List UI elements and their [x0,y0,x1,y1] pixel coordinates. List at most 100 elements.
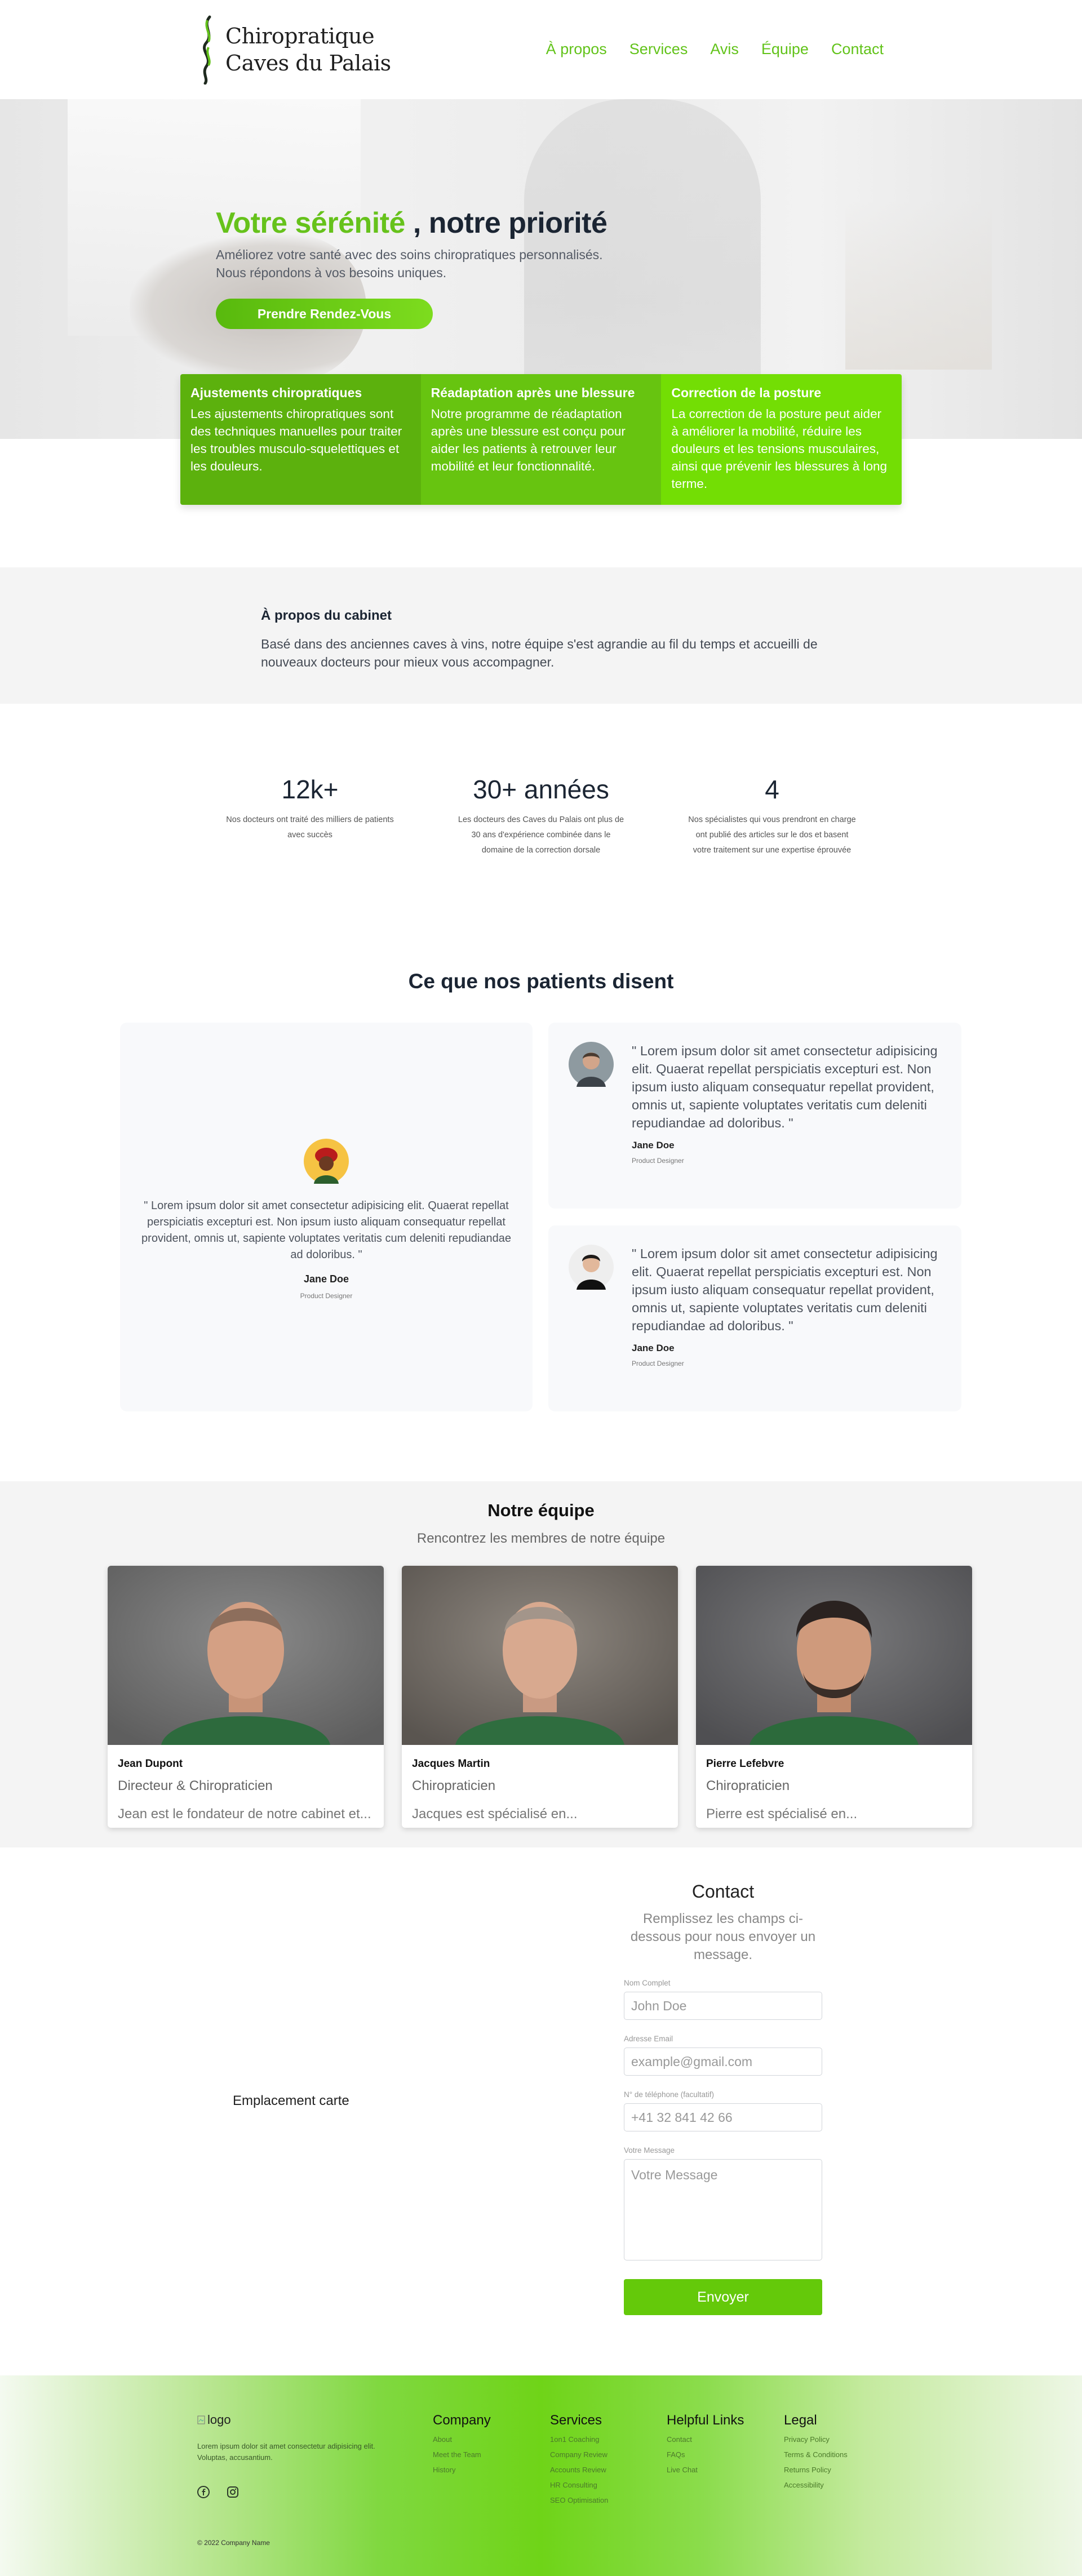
nav-link-contact[interactable]: Contact [831,41,884,58]
testimonials-section: Ce que nos patients disent " Lorem ipsum… [0,958,1082,1481]
footer-link[interactable]: Company Review [550,2450,608,2459]
testimonial-role: Product Designer [300,1292,353,1300]
team-member-info: Jacques Martin Chiropraticien Jacques es… [402,1748,678,1822]
about-section: À propos du cabinet Basé dans des ancien… [0,567,1082,704]
testimonial-name: Jane Doe [632,1343,675,1353]
team-member-photo [402,1566,678,1745]
footer-column-helpful-links: Helpful Links Contact FAQs Live Chat [667,2413,744,2474]
footer-link[interactable]: 1on1 Coaching [550,2435,608,2444]
team-member-name: Jean Dupont [118,1758,183,1770]
footer-link[interactable]: Returns Policy [784,2466,848,2474]
footer-link[interactable]: FAQs [667,2450,744,2459]
brand-logo[interactable]: Chiropratique Caves du Palais [197,15,391,85]
team-member-description: Jacques est spécialisé en... [412,1806,578,1822]
avatar [569,1042,614,1087]
footer-link[interactable]: Accounts Review [550,2466,608,2474]
footer-column-company: Company About Meet the Team History [433,2413,491,2474]
avatar [304,1139,349,1184]
message-textarea[interactable] [624,2159,822,2260]
email-label: Adresse Email [624,2035,673,2043]
team-member-role: Chiropraticien [412,1778,496,1793]
avatar [569,1245,614,1290]
feature-text: Notre programme de réadaptation après un… [431,407,626,473]
stat-experience: 30+ années Les docteurs des Caves du Pal… [448,774,634,958]
team-member-card[interactable]: Jean Dupont Directeur & Chiropraticien J… [108,1566,384,1828]
contact-form: Contact Remplissez les champs ci-dessous… [624,1881,822,2315]
testimonial-body: " Lorem ipsum dolor sit amet consectetur… [632,1245,939,1367]
footer-about: Lorem ipsum dolor sit amet consectetur a… [197,2442,375,2462]
testimonial-body: " Lorem ipsum dolor sit amet consectetur… [632,1042,939,1165]
team-member-photo [108,1566,384,1745]
team-cards: Jean Dupont Directeur & Chiropraticien J… [108,1566,972,1828]
top-navigation: Chiropratique Caves du Palais À propos S… [0,0,1082,99]
stat-value: 12k+ [281,775,339,804]
hero-subtitle: Améliorez votre santé avec des soins chi… [216,247,603,280]
team-member-card[interactable]: Pierre Lefebvre Chiropraticien Pierre es… [696,1566,972,1828]
nav-link-avis[interactable]: Avis [710,41,739,58]
footer-column-services: Services 1on1 Coaching Company Review Ac… [550,2413,608,2504]
about-title: À propos du cabinet [261,608,392,623]
team-member-info: Jean Dupont Directeur & Chiropraticien J… [108,1748,384,1822]
footer-link[interactable]: Accessibility [784,2481,848,2489]
testimonial-card: " Lorem ipsum dolor sit amet consectetur… [548,1023,961,1209]
testimonial-role: Product Designer [632,1360,684,1367]
footer-link[interactable]: Terms & Conditions [784,2450,848,2459]
feature-card-rehabilitation: Réadaptation après une blessure Notre pr… [420,374,662,505]
footer: logo Lorem ipsum dolor sit amet consecte… [0,2375,1082,2576]
footer-link[interactable]: SEO Optimisation [550,2496,608,2504]
nav-link-apropos[interactable]: À propos [546,41,607,58]
brand-name-line1: Chiropratique [225,24,375,48]
footer-link[interactable]: HR Consulting [550,2481,608,2489]
hero-title-rest: , notre priorité [413,207,607,239]
spine-logo-icon [203,15,211,85]
feature-text: Les ajustements chiropratiques sont des … [190,407,402,473]
broken-image-icon [197,2415,205,2424]
footer-logo-alt: logo [207,2413,231,2427]
footer-column-title: Legal [784,2413,817,2428]
feature-title: Correction de la posture [671,385,822,400]
send-button[interactable]: Envoyer [624,2279,822,2315]
footer-social [197,2486,239,2498]
team-member-card[interactable]: Jacques Martin Chiropraticien Jacques es… [402,1566,678,1828]
contact-title: Contact [691,1881,755,1902]
footer-logo[interactable]: logo [197,2413,231,2427]
footer-column-title: Company [433,2413,491,2428]
team-member-name: Pierre Lefebvre [706,1758,784,1770]
phone-label: N° de téléphone (facultatif) [624,2090,714,2099]
email-input[interactable] [624,2048,822,2076]
hero-section: Votre sérénité , notre priorité Améliore… [0,99,1082,505]
testimonial-card-featured: " Lorem ipsum dolor sit amet consectetur… [120,1023,533,1411]
nav-link-services[interactable]: Services [629,41,688,58]
contact-section: Emplacement carte Contact Remplissez les… [0,1847,1082,2375]
footer-link[interactable]: History [433,2466,491,2474]
nav-link-equipe[interactable]: Équipe [761,41,809,58]
testimonial-name: Jane Doe [303,1273,349,1285]
instagram-icon[interactable] [227,2486,239,2498]
footer-link[interactable]: Privacy Policy [784,2435,848,2444]
team-section: Notre équipe Rencontrez les membres de n… [0,1481,1082,1847]
about-text: Basé dans des anciennes caves à vins, no… [261,637,818,669]
footer-link[interactable]: About [433,2435,491,2444]
testimonial-quote: " Lorem ipsum dolor sit amet consectetur… [141,1200,511,1261]
facebook-icon[interactable] [197,2486,210,2498]
testimonial-role: Product Designer [632,1157,684,1165]
stat-patients: 12k+ Nos docteurs ont traité des millier… [217,774,403,958]
team-member-role: Chiropraticien [706,1778,790,1793]
services-features: Ajustements chiropratiques Les ajustemen… [180,374,902,505]
footer-link[interactable]: Contact [667,2435,744,2444]
stat-value: 30+ années [473,775,609,804]
brand-name: Chiropratique Caves du Palais [225,23,391,77]
phone-input[interactable] [624,2103,822,2131]
full-name-input[interactable] [624,1992,822,2020]
footer-link[interactable]: Meet the Team [433,2450,491,2459]
brand-name-line2: Caves du Palais [225,51,391,75]
footer-link[interactable]: Live Chat [667,2466,744,2474]
testimonial-name: Jane Doe [632,1140,675,1151]
footer-column-title: Helpful Links [667,2413,744,2428]
stat-description: Les docteurs des Caves du Palais ont plu… [458,815,624,855]
stat-description: Nos docteurs ont traité des milliers de … [226,815,394,840]
book-appointment-button[interactable]: Prendre Rendez-Vous [216,299,433,329]
feature-card-adjustments: Ajustements chiropratiques Les ajustemen… [180,374,421,505]
team-member-role: Directeur & Chiropraticien [118,1778,273,1793]
main-menu: À propos Services Avis Équipe Contact [546,41,884,58]
